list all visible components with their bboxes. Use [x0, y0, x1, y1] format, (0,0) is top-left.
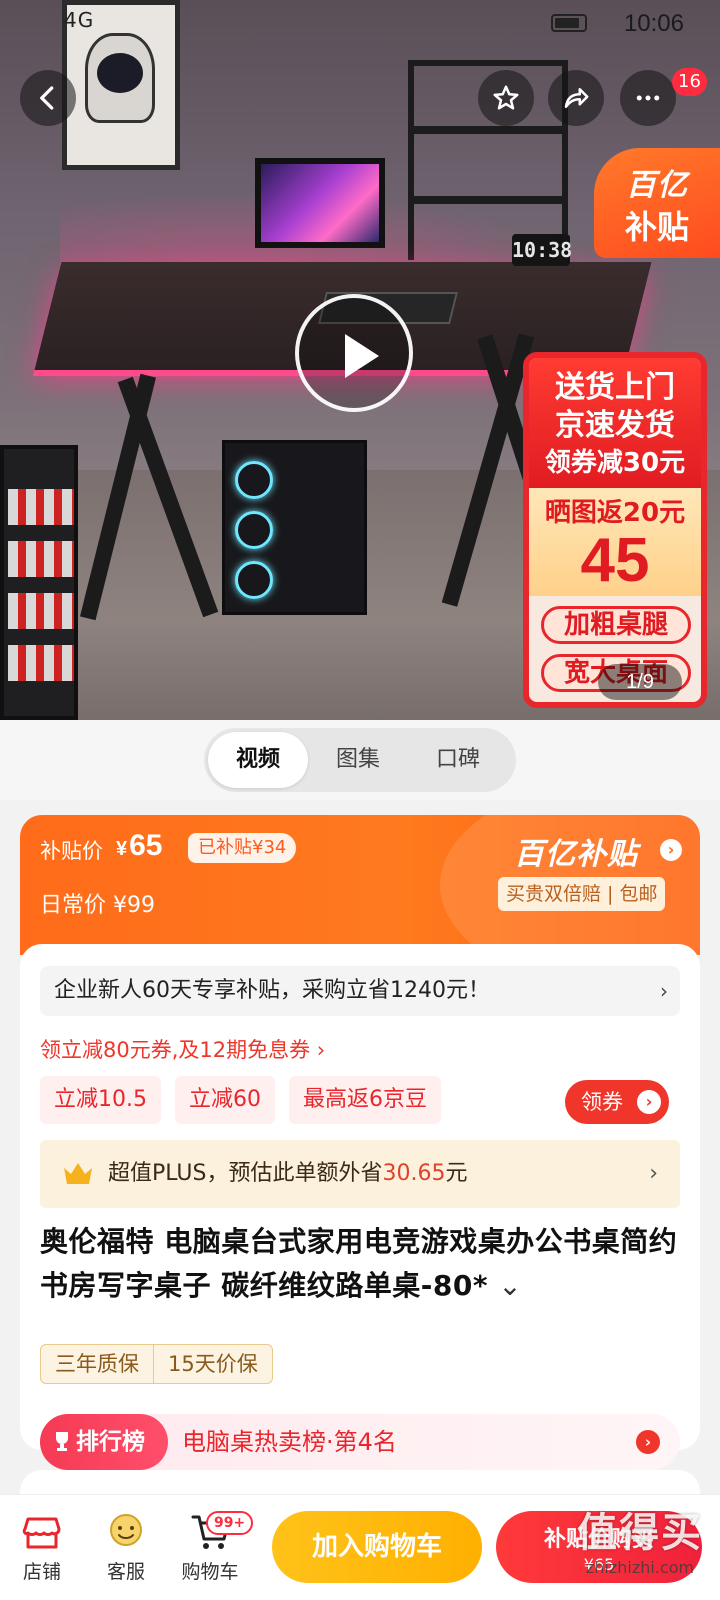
- more-button[interactable]: [620, 70, 676, 126]
- star-icon: [493, 85, 519, 110]
- shelf-board: [414, 126, 562, 134]
- site-watermark: 值得买 zhizhizhi.com: [560, 1500, 720, 1600]
- subsidy-corner-tag: 百亿 补贴: [594, 148, 720, 258]
- signal-indicator: 4G: [64, 8, 95, 32]
- customer-service-button[interactable]: 客服: [86, 1509, 166, 1584]
- add-to-cart-button[interactable]: 加入购物车: [272, 1511, 482, 1583]
- chevron-right-icon[interactable]: ›: [660, 839, 682, 861]
- ranking-banner[interactable]: 排行榜 电脑桌热卖榜·第4名 ›: [40, 1414, 680, 1470]
- regular-price: ¥99: [113, 893, 156, 918]
- cans-row: [8, 489, 74, 525]
- get-coupon-button[interactable]: 领券 ›: [565, 1080, 669, 1124]
- regular-price-line: 日常价 ¥99: [40, 887, 155, 919]
- promo-feature-legs: 加粗桌腿: [541, 606, 691, 644]
- product-image-carousel[interactable]: 10:38 4G 10:06 16 百亿 补贴 送货上门 京速发货 领券减30元…: [0, 0, 720, 720]
- discount-chip[interactable]: 最高返6京豆: [289, 1076, 441, 1124]
- discount-chips: 立减10.5 立减60 最高返6京豆: [40, 1076, 441, 1124]
- discount-chip[interactable]: 立减60: [175, 1076, 275, 1124]
- currency-symbol: ¥: [116, 838, 128, 860]
- plus-membership-bar[interactable]: 超值PLUS，预估此单额外省30.65元 ›: [40, 1140, 680, 1208]
- guarantee-item: 三年质保: [55, 1352, 139, 1376]
- cart-count-badge: 99+: [206, 1511, 254, 1535]
- share-button[interactable]: [548, 70, 604, 126]
- desk-clock: 10:38: [512, 234, 572, 266]
- chevron-left-icon: [40, 86, 54, 110]
- ranking-text: 电脑桌热卖榜·第4名: [182, 1428, 397, 1456]
- tab-video[interactable]: 视频: [208, 732, 308, 788]
- media-tabs-bar: 视频 图集 口碑: [0, 720, 720, 800]
- trophy-icon: [56, 1432, 68, 1451]
- shop-button[interactable]: 店铺: [2, 1509, 82, 1584]
- enterprise-subsidy-banner[interactable]: 企业新人60天专享补贴，采购立省1240元！ ›: [40, 966, 680, 1016]
- plus-savings-amount: 30.65: [382, 1161, 446, 1186]
- cart-label: 购物车: [181, 1561, 239, 1583]
- subsidy-price-card[interactable]: 补贴价 ¥65 已补贴¥34 日常价 ¥99 百亿补贴 › 买贵双倍赔 | 包邮: [20, 815, 700, 955]
- message-count-badge: 16: [672, 68, 707, 96]
- media-tabs: 视频 图集 口碑: [204, 728, 516, 792]
- plus-unit: 元: [445, 1161, 468, 1186]
- regular-price-label: 日常价: [40, 893, 107, 918]
- back-button[interactable]: [20, 70, 76, 126]
- cans-row: [8, 645, 74, 681]
- fan: [235, 461, 273, 499]
- price-guarantee[interactable]: 买贵双倍赔 | 包邮: [498, 877, 666, 911]
- promo-panel: 送货上门 京速发货 领券减30元 晒图返20元 45 加粗桌腿 宽大桌面: [523, 352, 707, 708]
- get-coupon-label: 领券: [581, 1090, 623, 1114]
- promo-coupon: 领券减30元: [544, 448, 686, 478]
- ranking-pill: 排行榜: [40, 1414, 168, 1470]
- guarantee-item: 15天价保: [153, 1345, 272, 1383]
- chevron-right-icon: ›: [660, 979, 668, 1003]
- chevron-right-icon: ›: [636, 1430, 660, 1454]
- service-guarantees[interactable]: 三年质保 15天价保: [40, 1344, 273, 1384]
- subsidy-price-value: 65: [129, 829, 163, 862]
- product-title[interactable]: 奥伦福特 电脑桌台式家用电竞游戏桌办公书桌简约书房写字桌子 碳纤维纹路单桌-80…: [40, 1220, 680, 1308]
- chevron-right-icon: ›: [649, 1161, 658, 1186]
- shop-label: 店铺: [22, 1561, 61, 1583]
- battery-icon: [551, 14, 587, 32]
- product-info-card: 企业新人60天专享补贴，采购立省1240元！ › 领立减80元券,及12期免息券…: [20, 944, 700, 1470]
- monitor: [255, 158, 385, 248]
- clock: 10:06: [623, 10, 684, 37]
- subsidized-amount-badge: 已补贴¥34: [188, 833, 297, 863]
- expand-chevron-icon[interactable]: ⌄: [498, 1269, 522, 1302]
- pc-case: [222, 440, 367, 615]
- subsidy-price-label: 补贴价: [40, 839, 103, 863]
- product-title-text: 奥伦福特 电脑桌台式家用电竞游戏桌办公书桌简约书房写字桌子 碳纤维纹路单桌-80…: [40, 1225, 678, 1302]
- cans-row: [8, 593, 74, 629]
- chevron-right-icon: ›: [637, 1090, 661, 1114]
- fan: [235, 561, 273, 599]
- drink-fridge: [0, 445, 78, 720]
- plus-text: 超值PLUS，预估此单额外省: [108, 1161, 383, 1186]
- discount-chip[interactable]: 立减10.5: [40, 1076, 161, 1124]
- ranking-pill-label: 排行榜: [76, 1429, 145, 1455]
- status-bar: 4G 10:06: [0, 0, 720, 48]
- watermark-url: zhizhizhi.com: [585, 1558, 695, 1577]
- subsidy-tag-line1: 百亿: [626, 168, 688, 203]
- coupon-offer-link[interactable]: 领立减80元券,及12期免息券 ›: [40, 1034, 325, 1064]
- enterprise-subsidy-text: 企业新人60天专享补贴，采购立省1240元！: [54, 978, 490, 1003]
- customer-service-icon: [110, 1514, 142, 1546]
- share-icon: [564, 88, 589, 108]
- more-dots-icon: [636, 95, 660, 101]
- play-video-button[interactable]: [295, 294, 413, 412]
- watermark-logo: 值得买: [577, 1510, 703, 1556]
- promo-fast-ship: 京速发货: [555, 408, 675, 443]
- subsidy-tag-line2: 补贴: [624, 208, 689, 246]
- cans-row: [8, 541, 74, 577]
- promo-price: 45: [580, 526, 650, 595]
- shop-icon: [22, 1517, 61, 1549]
- promo-photo-rebate: 晒图返20元: [544, 498, 686, 528]
- favorite-button[interactable]: [478, 70, 534, 126]
- image-page-indicator: 1/9: [598, 664, 682, 700]
- astronaut-visor: [97, 53, 143, 93]
- fan: [235, 511, 273, 549]
- shelf-board: [414, 196, 562, 204]
- subsidy-price: ¥65: [116, 829, 163, 863]
- tab-reviews[interactable]: 口碑: [408, 732, 508, 788]
- tab-gallery[interactable]: 图集: [308, 732, 408, 788]
- crown-icon: [64, 1163, 92, 1184]
- customer-service-label: 客服: [106, 1561, 145, 1583]
- subsidy-logo[interactable]: 百亿补贴: [514, 829, 638, 873]
